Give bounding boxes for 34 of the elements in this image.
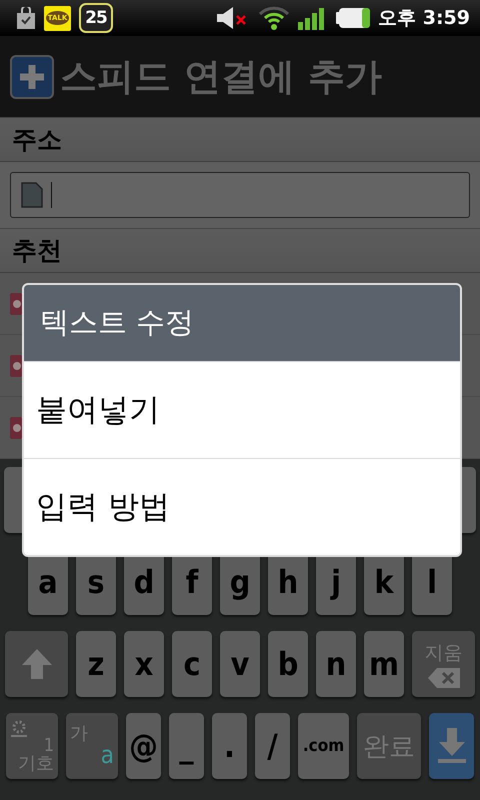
- site-icon: [10, 292, 22, 314]
- key[interactable]: v: [220, 631, 260, 697]
- key[interactable]: n: [316, 631, 356, 697]
- address-label: 주소: [12, 124, 62, 156]
- site-icon: [10, 354, 22, 376]
- key[interactable]: m: [364, 631, 404, 697]
- shift-key[interactable]: [5, 631, 68, 697]
- menu-item[interactable]: 입력 방법: [24, 458, 460, 555]
- recommended-label: 추천: [12, 235, 62, 267]
- notification-count: 25: [79, 3, 113, 33]
- screen-title: 스피드 연결에 추가: [60, 54, 382, 100]
- page-icon: [21, 182, 43, 208]
- hide-keyboard-key[interactable]: [429, 713, 474, 779]
- add-icon: [10, 54, 54, 98]
- key[interactable]: b: [268, 631, 308, 697]
- site-icon: [10, 416, 22, 438]
- shopping-bag-icon: [16, 7, 36, 29]
- clock-time: 오후 3:59: [378, 6, 470, 31]
- key[interactable]: .com: [298, 713, 349, 779]
- key[interactable]: x: [124, 631, 164, 697]
- backspace-icon: [428, 668, 460, 688]
- key[interactable]: _: [169, 713, 204, 779]
- dialog-title: 텍스트 수정: [24, 285, 460, 361]
- up-arrow-icon: [20, 648, 52, 680]
- wifi-icon: [258, 5, 290, 31]
- settings-icon: [10, 719, 28, 737]
- key[interactable]: @: [126, 713, 161, 779]
- key[interactable]: z: [76, 631, 116, 697]
- key[interactable]: /: [255, 713, 290, 779]
- key[interactable]: .: [212, 713, 247, 779]
- key[interactable]: c: [172, 631, 212, 697]
- download-arrow-icon: [436, 728, 466, 764]
- battery-icon: [336, 8, 370, 28]
- address-field[interactable]: [10, 172, 470, 218]
